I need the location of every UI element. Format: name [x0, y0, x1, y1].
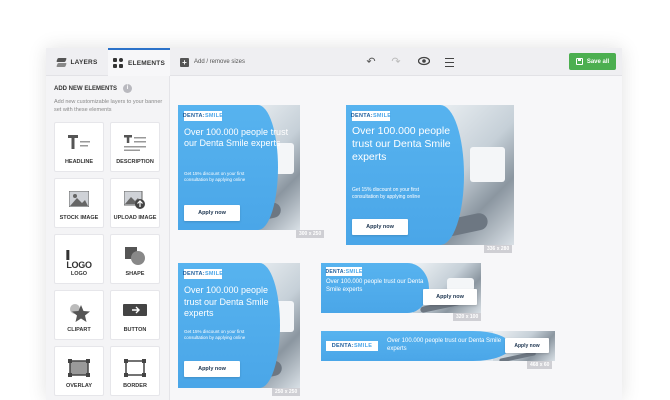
menu-icon[interactable] [442, 55, 456, 69]
banner-300x250[interactable]: DENTA: SMILE Over 100.000 people trust ou… [178, 105, 300, 230]
clipart-star-icon [68, 303, 90, 328]
banner-headline: Over 100.000 people trust our Denta Smil… [184, 285, 269, 318]
border-icon [124, 359, 146, 382]
element-shape-label: SHAPE [125, 271, 145, 277]
overlay-icon [68, 359, 90, 382]
element-description[interactable]: DESCRIPTION [110, 122, 160, 172]
logo-icon-text: LOGO [66, 259, 92, 270]
redo-icon[interactable]: ↷ [389, 55, 403, 69]
element-button[interactable]: BUTTON [110, 290, 160, 340]
element-button-label: BUTTON [123, 327, 147, 333]
banner-cta-button[interactable]: Apply now [352, 219, 408, 235]
add-remove-sizes-label: Add / remove sizes [194, 59, 246, 65]
image-icon [68, 190, 90, 212]
banner-cta-button[interactable]: Apply now [423, 289, 477, 305]
tab-layers[interactable]: LAYERS [46, 48, 108, 76]
element-border[interactable]: BORDER [110, 346, 160, 396]
element-shape[interactable]: SHAPE [110, 234, 160, 284]
logo-icon: LOGO [66, 249, 92, 270]
element-clipart[interactable]: CLIPART [54, 290, 104, 340]
size-label: 300 x 250 [296, 230, 325, 238]
element-clipart-label: CLIPART [67, 327, 91, 333]
plus-icon: + [180, 57, 189, 67]
panel-title-text: ADD NEW ELEMENTS [54, 85, 117, 92]
banner-cta-button[interactable]: Apply now [184, 361, 240, 377]
preview-eye-icon[interactable] [417, 55, 431, 69]
element-stock-image-label: STOCK IMAGE [59, 215, 99, 221]
button-element-icon [123, 303, 147, 321]
banner-250x250[interactable]: DENTA: SMILE Over 100.000 people trust ou… [178, 263, 300, 388]
banner-subtext: Get 15% discount on your first consultat… [184, 171, 246, 182]
element-headline[interactable]: HEADLINE [54, 122, 104, 172]
undo-icon[interactable]: ↶ [364, 55, 378, 69]
elements-icon [113, 58, 123, 68]
description-icon [124, 135, 146, 156]
panel-title: ADD NEW ELEMENTS i [54, 84, 132, 93]
element-border-label: BORDER [123, 383, 147, 389]
save-all-button[interactable]: Save all [569, 53, 616, 70]
banner-headline: Over 100.000 people trust our Denta Smil… [387, 338, 502, 352]
element-overlay-label: OVERLAY [65, 383, 93, 389]
banner-logo: DENTA: SMILE [182, 111, 224, 121]
banner-logo: DENTA: SMILE [350, 111, 392, 121]
headline-icon [68, 135, 90, 156]
banner-336x280[interactable]: DENTA: SMILE Over 100.000 people trust ou… [346, 105, 514, 245]
banner-headline: Over 100.000 people trust our Denta Smil… [352, 125, 451, 163]
element-upload-image[interactable]: UPLOAD IMAGE [110, 178, 160, 228]
tab-layers-label: LAYERS [70, 58, 98, 66]
banner-canvas: DENTA: SMILE Over 100.000 people trust ou… [170, 76, 622, 400]
banner-subtext: Get 15% discount on your first consultat… [184, 329, 246, 340]
layers-icon [55, 57, 67, 67]
add-remove-sizes-button[interactable]: + Add / remove sizes [180, 48, 245, 76]
elements-panel: ADD NEW ELEMENTS i Add new customizable … [46, 76, 170, 400]
upload-image-icon [123, 190, 146, 214]
element-overlay[interactable]: OVERLAY [54, 346, 104, 396]
element-description-label: DESCRIPTION [116, 159, 154, 165]
banner-logo: DENTA: SMILE [325, 267, 363, 276]
banner-cta-button[interactable]: Apply now [505, 338, 549, 353]
element-upload-image-label: UPLOAD IMAGE [113, 215, 157, 221]
tab-elements-label: ELEMENTS [128, 59, 165, 67]
banner-468x60[interactable]: DENTA: SMILE Over 100.000 people trust ou… [321, 331, 555, 361]
element-headline-label: HEADLINE [64, 159, 94, 165]
banner-cta-button[interactable]: Apply now [184, 205, 240, 221]
size-label: 336 x 280 [484, 245, 513, 253]
element-logo-label: LOGO [70, 271, 88, 277]
top-toolbar: LAYERS ELEMENTS + Add / remove sizes ↶ ↷… [46, 48, 622, 76]
size-label: 250 x 250 [272, 388, 301, 396]
save-icon [575, 58, 583, 65]
save-all-label: Save all [586, 58, 610, 65]
element-logo[interactable]: LOGO LOGO [54, 234, 104, 284]
banner-logo: DENTA: SMILE [182, 269, 224, 279]
banner-headline: Over 100.000 people trust our Denta Smil… [326, 279, 424, 293]
panel-description: Add new customizable layers to your bann… [54, 99, 163, 113]
tab-elements[interactable]: ELEMENTS [108, 48, 170, 76]
banner-subtext: Get 15% discount on your first consultat… [352, 187, 421, 200]
banner-headline: Over 100.000 people trust our Denta Smil… [184, 127, 289, 148]
banner-320x100[interactable]: DENTA: SMILE Over 100.000 people trust ou… [321, 263, 481, 313]
banner-logo: DENTA: SMILE [326, 341, 378, 351]
info-icon[interactable]: i [123, 84, 132, 93]
shape-icon [125, 247, 145, 270]
element-stock-image[interactable]: STOCK IMAGE [54, 178, 104, 228]
size-label: 320 x 100 [453, 313, 482, 321]
size-label: 468 x 60 [527, 361, 553, 369]
editor-window: LAYERS ELEMENTS + Add / remove sizes ↶ ↷… [46, 48, 622, 400]
